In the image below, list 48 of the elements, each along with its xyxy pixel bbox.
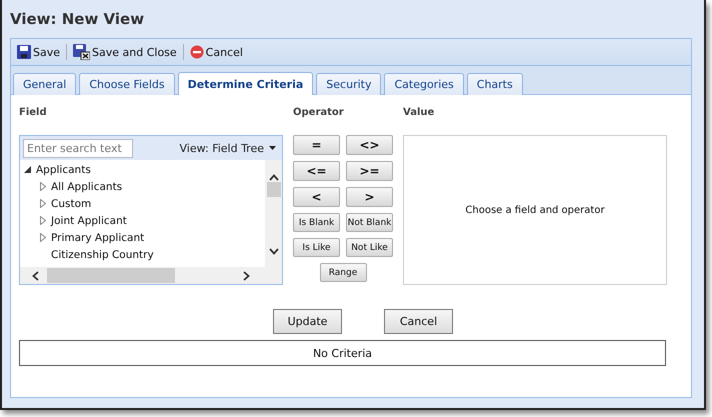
operator-button[interactable]: <= (293, 161, 340, 181)
caret-icon (269, 146, 276, 150)
horizontal-scrollbar[interactable] (20, 267, 282, 284)
tree-item[interactable]: Joint Applicant (51, 214, 127, 226)
vertical-scrollbar[interactable] (265, 160, 282, 267)
window-title: View: New View (10, 9, 146, 30)
right-chevron-icon[interactable] (243, 270, 250, 280)
action-button[interactable]: Cancel (384, 309, 453, 334)
search-field[interactable]: Enter search text (23, 138, 133, 158)
down-chevron-icon[interactable] (268, 248, 278, 255)
tab[interactable]: Security (316, 73, 382, 95)
field-heading: Field (19, 107, 48, 120)
operator-button[interactable]: Not Blank (346, 213, 393, 232)
floppy-disk-close-icon (73, 44, 90, 60)
operator-button[interactable]: Is Like (293, 238, 340, 257)
toolbar-button[interactable]: Save (15, 41, 62, 63)
operator-button[interactable]: Range (320, 263, 366, 282)
operator-button[interactable]: Is Blank (293, 213, 340, 232)
tree-item[interactable]: All Applicants (51, 180, 122, 192)
operator-button[interactable]: >= (346, 161, 393, 181)
toolbar-button[interactable]: Save and Close (71, 41, 179, 63)
scrollbar-thumb[interactable] (266, 182, 280, 197)
operator-button[interactable]: Not Like (346, 238, 393, 257)
operator-button[interactable]: <> (346, 135, 393, 155)
tree-item[interactable]: Applicants (36, 164, 91, 176)
operator-button[interactable]: > (346, 187, 393, 207)
view-dropdown[interactable]: View: Field Tree (179, 142, 276, 154)
action-button[interactable]: Update (273, 309, 342, 334)
scrollbar-thumb[interactable] (47, 268, 175, 283)
operator-button[interactable]: < (293, 187, 340, 207)
tree-item[interactable]: Citizenship Country (51, 248, 154, 260)
tab[interactable]: Charts (466, 73, 523, 95)
operator-heading: Operator (293, 107, 345, 120)
value-heading: Value (403, 107, 436, 120)
up-chevron-icon[interactable] (268, 174, 278, 181)
tree-item[interactable]: Custom (51, 198, 92, 210)
tab[interactable]: Determine Criteria (178, 72, 314, 95)
toolbar-button[interactable]: Cancel (188, 41, 245, 63)
left-chevron-icon[interactable] (32, 270, 39, 280)
operator-button[interactable]: = (293, 135, 340, 155)
tree-item[interactable]: Primary Applicant (51, 232, 144, 244)
cancel-icon (190, 45, 204, 59)
expanded-triangle-icon[interactable] (24, 166, 31, 173)
tab[interactable]: General (13, 73, 76, 95)
criteria-summary: No Criteria (19, 340, 666, 366)
tab[interactable]: Categories (384, 73, 464, 95)
tab[interactable]: Choose Fields (79, 73, 175, 95)
value-hint: Choose a field and operator (465, 204, 605, 216)
